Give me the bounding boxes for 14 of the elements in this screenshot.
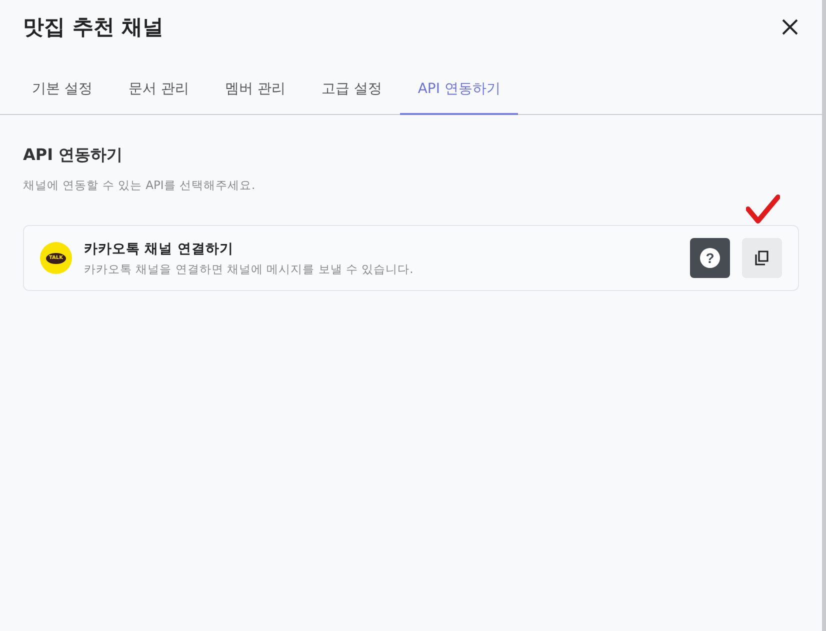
close-icon[interactable] (780, 17, 800, 37)
copy-icon (754, 250, 770, 266)
help-button[interactable]: ? (690, 238, 730, 278)
tab[interactable]: 기본 설정 (14, 72, 110, 115)
tab[interactable]: 문서 관리 (110, 72, 207, 115)
tab[interactable]: 고급 설정 (303, 72, 400, 115)
integration-title: 카카오톡 채널 연결하기 (84, 240, 234, 258)
copy-button[interactable] (742, 238, 782, 278)
integration-description: 카카오톡 채널을 연결하면 채널에 메시지를 보낼 수 있습니다. (84, 262, 414, 276)
section-description: 채널에 연동할 수 있는 API를 선택해주세요. (23, 178, 256, 193)
tab[interactable]: 멤버 관리 (206, 72, 304, 115)
section-heading: API 연동하기 (23, 145, 124, 166)
window-title: 맛집 추천 채널 (23, 14, 164, 41)
tab[interactable]: API 연동하기 (400, 72, 518, 115)
